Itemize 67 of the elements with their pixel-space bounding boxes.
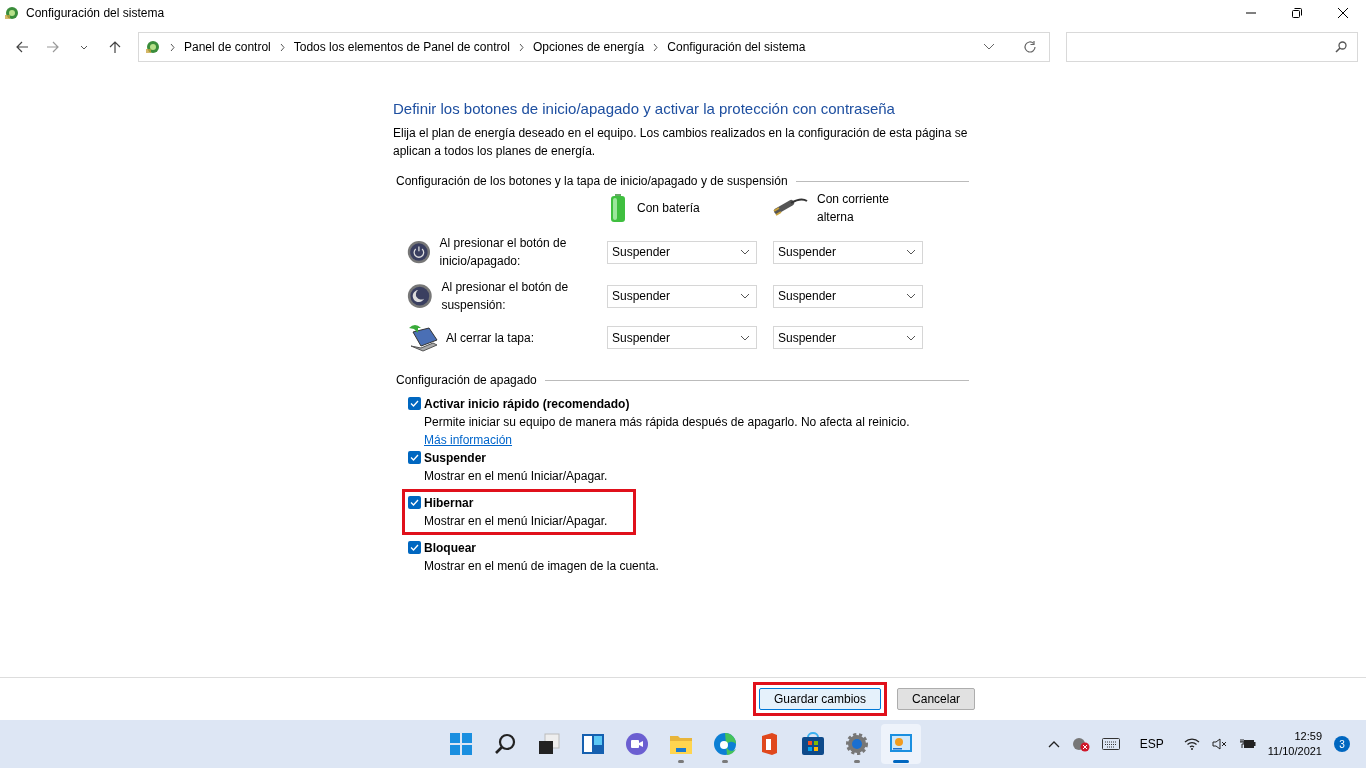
notification-count[interactable]: 3 — [1334, 736, 1350, 752]
option-description: Mostrar en el menú Iniciar/Apagar. — [424, 513, 608, 530]
option-label: Hibernar — [424, 495, 475, 512]
option-label: Suspender — [424, 450, 487, 467]
control-panel-icon — [145, 39, 161, 55]
keyboard-icon — [1101, 738, 1120, 750]
clock-date[interactable]: 11/10/2021 — [1267, 744, 1322, 759]
chevron-icon — [278, 42, 286, 52]
close-icon[interactable] — [1337, 7, 1349, 19]
history-dropdown-icon[interactable] — [983, 43, 995, 51]
checkbox[interactable] — [408, 451, 421, 464]
chevron-icon — [169, 42, 176, 52]
language-indicator[interactable]: ESP — [1139, 735, 1164, 753]
muted-speaker-icon — [1211, 738, 1228, 750]
dropdown[interactable]: Suspender — [773, 326, 923, 349]
breadcrumb[interactable]: Todos los elementos de Panel de control — [293, 38, 510, 56]
wifi-icon — [1183, 738, 1200, 750]
address-bar[interactable]: Panel de control Todos los elementos de Panel de control Opciones de energía Configuración del sistema — [138, 32, 1050, 62]
search-icon — [1335, 41, 1347, 53]
breadcrumb[interactable]: Opciones de energía — [532, 38, 645, 56]
refresh-icon[interactable] — [1023, 40, 1037, 54]
checkbox[interactable] — [408, 541, 421, 554]
option-description: Mostrar en el menú Iniciar/Apagar. — [424, 468, 608, 485]
checkmark-icon — [410, 454, 419, 461]
checkmark-icon — [410, 499, 419, 506]
dropdown[interactable]: Suspender — [773, 284, 923, 308]
column-header: Con batería — [637, 200, 701, 217]
more-info-link[interactable]: Más información — [424, 433, 513, 447]
window-title: Configuración del sistema — [26, 5, 166, 22]
checkbox[interactable] — [408, 397, 421, 410]
section-title: Configuración de los botones y la tapa de inicio/apagado y de suspensión — [396, 173, 788, 190]
battery-charging-icon — [1239, 738, 1256, 750]
breadcrumb[interactable]: Configuración del sistema — [667, 38, 806, 56]
forward-arrow-icon[interactable] — [45, 40, 60, 54]
chevron-up-icon — [1047, 740, 1060, 748]
dropdown[interactable]: Suspender — [607, 284, 757, 308]
section-title: Configuración de apagado — [396, 372, 537, 389]
up-arrow-icon[interactable] — [107, 40, 122, 54]
laptop-icon — [407, 322, 438, 353]
breadcrumb[interactable]: Panel de control — [184, 38, 271, 56]
search-field[interactable] — [1066, 32, 1358, 62]
intro-text: Elija el plan de energía deseado en el equipo. Los cambios realizados en la configuración de esta página se aplican a todos los planes de energía. — [393, 125, 969, 160]
chevron-icon — [652, 42, 660, 52]
page-heading: Definir los botones de inicio/apagado y activar la protección con contraseña — [393, 100, 896, 118]
back-arrow-icon[interactable] — [14, 40, 29, 54]
checkbox[interactable] — [408, 496, 421, 509]
save-button[interactable]: Guardar cambios — [759, 688, 882, 710]
column-header: Con corriente alterna — [817, 191, 891, 226]
checkmark-icon — [410, 400, 419, 407]
option-description: Permite iniciar su equipo de manera más rápida después de apagarlo. No afecta al reinicio. Más información — [424, 414, 911, 449]
cancel-button[interactable]: Cancelar — [897, 688, 976, 710]
option-label: Activar inicio rápido (recomendado) — [424, 396, 631, 413]
dropdown[interactable]: Suspender — [607, 326, 757, 349]
setting-label: Al presionar el botón de suspensión: — [441, 279, 570, 314]
cloud-error-icon — [1071, 736, 1090, 752]
chevron-icon — [517, 42, 525, 52]
checkmark-icon — [410, 544, 419, 551]
restore-icon[interactable] — [1291, 7, 1303, 19]
dropdown[interactable]: Suspender — [773, 240, 923, 264]
control-panel-icon[interactable] — [881, 724, 921, 764]
setting-label: Al presionar el botón de inicio/apagado: — [439, 235, 568, 270]
window-icon — [4, 5, 20, 21]
setting-label: Al cerrar la tapa: — [446, 329, 535, 347]
option-label: Bloquear — [424, 540, 477, 557]
dropdown[interactable]: Suspender — [607, 240, 757, 264]
option-description: Mostrar en el menú de imagen de la cuenta. — [424, 558, 659, 575]
clock-time[interactable]: 12:59 — [1294, 729, 1322, 744]
